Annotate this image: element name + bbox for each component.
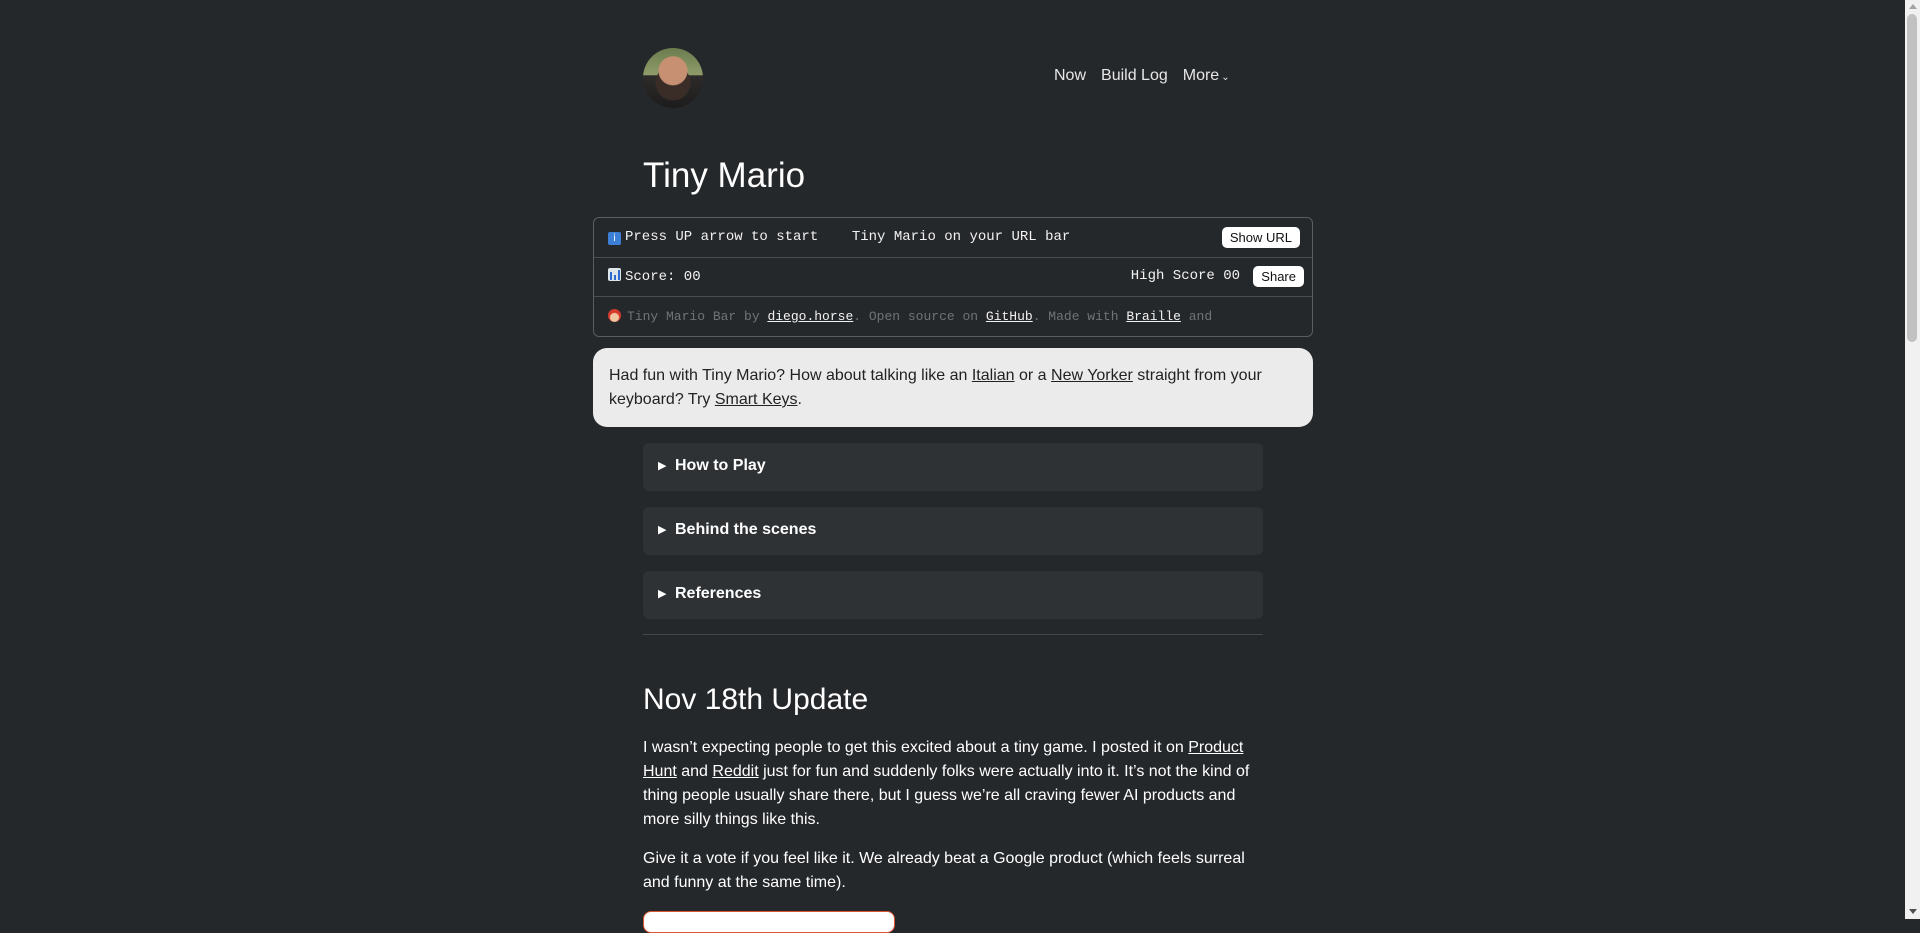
section-behind-the-scenes[interactable]: ▶ Behind the scenes bbox=[643, 507, 1263, 555]
section-how-to-play[interactable]: ▶ How to Play bbox=[643, 443, 1263, 491]
product-hunt-badge[interactable] bbox=[643, 911, 895, 933]
triangle-right-icon: ▶ bbox=[658, 524, 667, 536]
scroll-up-icon[interactable] bbox=[1909, 4, 1917, 9]
section-label: How to Play bbox=[675, 457, 766, 474]
nav-build-log[interactable]: Build Log bbox=[1101, 67, 1168, 85]
mario-bar-row-start: i Press UP arrow to start Tiny Mario on y… bbox=[594, 218, 1312, 258]
github-link[interactable]: GitHub bbox=[986, 309, 1033, 324]
scrollbar-thumb[interactable] bbox=[1907, 14, 1917, 342]
credit-mid2: . Made with bbox=[1032, 309, 1127, 324]
triangle-right-icon: ▶ bbox=[658, 588, 667, 600]
nav-more-label: More bbox=[1182, 67, 1220, 84]
section-label: References bbox=[675, 585, 762, 602]
bar-chart-icon bbox=[608, 268, 621, 281]
update-paragraph-1: I wasn’t expecting people to get this ex… bbox=[643, 739, 1250, 828]
diego-horse-link[interactable]: diego.horse bbox=[767, 309, 853, 324]
nav-more[interactable]: More ⌄ bbox=[1183, 67, 1230, 85]
update-heading: Nov 18th Update bbox=[643, 683, 869, 716]
credit-prefix: Tiny Mario Bar by bbox=[627, 309, 768, 324]
top-nav: Now Build Log More ⌄ bbox=[1054, 67, 1230, 85]
avatar[interactable] bbox=[643, 48, 703, 108]
info-icon: i bbox=[608, 232, 621, 245]
italian-link[interactable]: Italian bbox=[972, 367, 1015, 384]
scroll-down-icon[interactable] bbox=[1909, 909, 1917, 914]
score-text: Score: 00 bbox=[625, 269, 701, 285]
new-yorker-link[interactable]: New Yorker bbox=[1051, 367, 1133, 384]
credit-mid: . Open source on bbox=[853, 309, 986, 324]
smart-keys-promo: Had fun with Tiny Mario? How about talki… bbox=[593, 348, 1313, 427]
credit-suffix: and bbox=[1180, 309, 1213, 324]
mario-bar-panel: i Press UP arrow to start Tiny Mario on y… bbox=[593, 217, 1313, 337]
mario-bar-row-credits: Tiny Mario Bar by diego.horse. Open sour… bbox=[594, 297, 1312, 336]
reddit-link[interactable]: Reddit bbox=[712, 763, 758, 780]
section-references[interactable]: ▶ References bbox=[643, 571, 1263, 619]
high-score-text: High Score 00 bbox=[1130, 268, 1240, 284]
divider bbox=[643, 634, 1263, 635]
update-paragraph-2: Give it a vote if you feel like it. We a… bbox=[643, 850, 1245, 891]
braille-link[interactable]: Braille bbox=[1126, 309, 1181, 324]
mario-bar-row-score: Score: 00 High Score 00 Share bbox=[594, 257, 1312, 297]
show-url-button[interactable]: Show URL bbox=[1221, 227, 1300, 248]
triangle-right-icon: ▶ bbox=[658, 460, 667, 472]
promo-text: Had fun with Tiny Mario? How about talki… bbox=[609, 367, 1262, 408]
nav-now[interactable]: Now bbox=[1054, 67, 1086, 85]
mario-icon bbox=[608, 309, 621, 322]
start-instructions: Press UP arrow to start Tiny Mario on yo… bbox=[625, 229, 1071, 245]
chevron-down-icon: ⌄ bbox=[1221, 72, 1230, 83]
smart-keys-link[interactable]: Smart Keys bbox=[715, 391, 798, 408]
share-button[interactable]: Share bbox=[1253, 266, 1304, 287]
section-label: Behind the scenes bbox=[675, 521, 817, 538]
page-title: Tiny Mario bbox=[643, 156, 806, 195]
